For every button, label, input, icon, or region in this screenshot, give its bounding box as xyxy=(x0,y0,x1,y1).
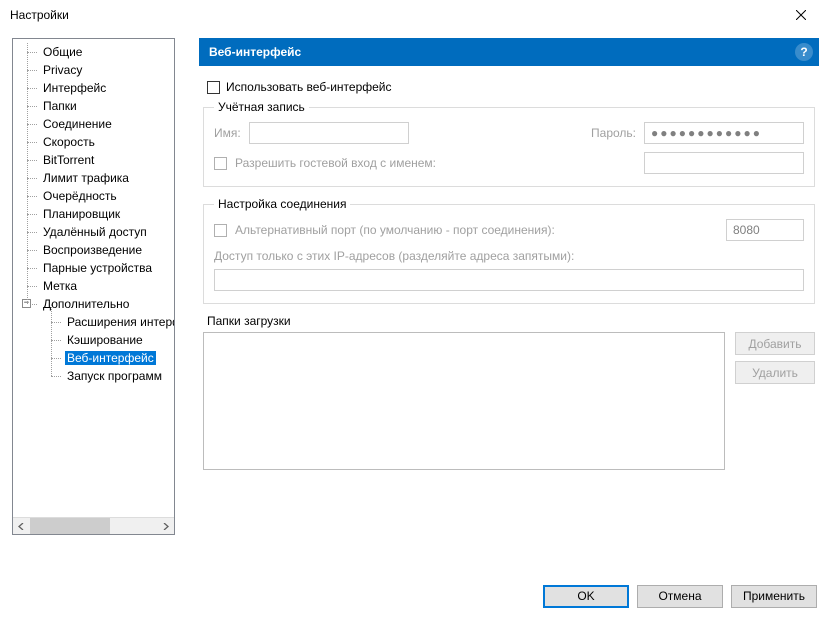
ip-restrict-label-row: Доступ только с этих IP-адресов (разделя… xyxy=(214,249,804,263)
add-folder-button[interactable]: Добавить xyxy=(735,332,815,355)
tree-item-privacy[interactable]: Privacy xyxy=(13,61,174,79)
settings-window: Настройки Общие Privacy Интерфейс Папки … xyxy=(0,0,831,621)
scroll-right-button[interactable] xyxy=(157,518,174,535)
tree-item-disk-cache[interactable]: Кэширование xyxy=(13,331,174,349)
tree-item-transfer-cap[interactable]: Лимит трафика xyxy=(13,169,174,187)
form-area: Использовать веб-интерфейс Учётная запис… xyxy=(199,66,819,470)
guest-username-input[interactable] xyxy=(644,152,804,174)
expander-minus-icon[interactable]: − xyxy=(22,299,31,308)
enable-webui-row: Использовать веб-интерфейс xyxy=(207,80,815,94)
ip-restrict-label: Доступ только с этих IP-адресов (разделя… xyxy=(214,249,574,263)
tree-item-directories[interactable]: Папки xyxy=(13,97,174,115)
tree-item-interface[interactable]: Интерфейс xyxy=(13,79,174,97)
chevron-left-icon xyxy=(18,523,25,530)
alt-port-row: Альтернативный порт (по умолчанию - порт… xyxy=(214,219,804,241)
tree-item-ui-extras[interactable]: Расширения интерфейса xyxy=(13,313,174,331)
credentials-row: Имя: Пароль: xyxy=(214,122,804,144)
tree-scroll: Общие Privacy Интерфейс Папки Соединение… xyxy=(13,39,174,517)
scroll-left-button[interactable] xyxy=(13,518,30,535)
username-label: Имя: xyxy=(214,126,241,140)
section-title: Веб-интерфейс xyxy=(209,45,301,59)
enable-webui-label: Использовать веб-интерфейс xyxy=(226,80,392,94)
download-folders-listbox[interactable] xyxy=(203,332,725,470)
connection-group: Настройка соединения Альтернативный порт… xyxy=(203,197,815,304)
password-input[interactable] xyxy=(644,122,804,144)
alt-port-label: Альтернативный порт (по умолчанию - порт… xyxy=(235,223,555,237)
tree-item-queueing[interactable]: Очерёдность xyxy=(13,187,174,205)
tree-item-general[interactable]: Общие xyxy=(13,43,174,61)
delete-folder-button[interactable]: Удалить xyxy=(735,361,815,384)
tree-item-connection[interactable]: Соединение xyxy=(13,115,174,133)
tree-item-paired-devices[interactable]: Парные устройства xyxy=(13,259,174,277)
window-title: Настройки xyxy=(10,8,781,22)
tree-item-advanced[interactable]: − Дополнительно xyxy=(13,295,174,313)
tree-item-run-program[interactable]: Запуск программ xyxy=(13,367,174,385)
nav-tree[interactable]: Общие Privacy Интерфейс Папки Соединение… xyxy=(12,38,175,535)
content-panel: Веб-интерфейс ? Использовать веб-интерфе… xyxy=(175,38,819,571)
tree-item-bandwidth[interactable]: Скорость xyxy=(13,133,174,151)
tree-item-scheduler[interactable]: Планировщик xyxy=(13,205,174,223)
close-button[interactable] xyxy=(781,1,821,29)
guest-label: Разрешить гостевой вход с именем: xyxy=(235,156,436,170)
alt-port-checkbox[interactable] xyxy=(214,224,227,237)
section-header: Веб-интерфейс ? xyxy=(199,38,819,66)
chevron-right-icon xyxy=(162,523,169,530)
cancel-button[interactable]: Отмена xyxy=(637,585,723,608)
download-folders-label: Папки загрузки xyxy=(207,314,815,328)
tree-item-labels[interactable]: Метка xyxy=(13,277,174,295)
download-folders-buttons: Добавить Удалить xyxy=(735,332,815,470)
download-folders-row: Добавить Удалить xyxy=(203,332,815,470)
close-icon xyxy=(796,10,806,20)
help-button[interactable]: ? xyxy=(795,43,813,61)
dialog-footer: OK Отмена Применить xyxy=(0,571,831,621)
guest-row: Разрешить гостевой вход с именем: xyxy=(214,152,804,174)
ip-restrict-input-row xyxy=(214,269,804,291)
titlebar: Настройки xyxy=(0,0,831,30)
ip-restrict-input[interactable] xyxy=(214,269,804,291)
tree-item-web-ui[interactable]: Веб-интерфейс xyxy=(13,349,174,367)
scroll-thumb[interactable] xyxy=(30,518,110,535)
help-icon: ? xyxy=(800,45,807,59)
download-folders-section: Папки загрузки Добавить Удалить xyxy=(203,314,815,470)
body: Общие Privacy Интерфейс Папки Соединение… xyxy=(0,30,831,571)
tree-item-bittorrent[interactable]: BitTorrent xyxy=(13,151,174,169)
apply-button[interactable]: Применить xyxy=(731,585,817,608)
account-group: Учётная запись Имя: Пароль: Разрешить го… xyxy=(203,100,815,187)
username-input[interactable] xyxy=(249,122,409,144)
enable-webui-checkbox[interactable] xyxy=(207,81,220,94)
tree-horizontal-scrollbar[interactable] xyxy=(13,517,174,534)
tree-item-playback[interactable]: Воспроизведение xyxy=(13,241,174,259)
scroll-track[interactable] xyxy=(30,518,157,535)
connection-group-legend: Настройка соединения xyxy=(214,197,350,211)
account-group-legend: Учётная запись xyxy=(214,100,309,114)
guest-checkbox[interactable] xyxy=(214,157,227,170)
password-label: Пароль: xyxy=(591,126,636,140)
ok-button[interactable]: OK xyxy=(543,585,629,608)
tree-item-remote[interactable]: Удалённый доступ xyxy=(13,223,174,241)
alt-port-input[interactable] xyxy=(726,219,804,241)
